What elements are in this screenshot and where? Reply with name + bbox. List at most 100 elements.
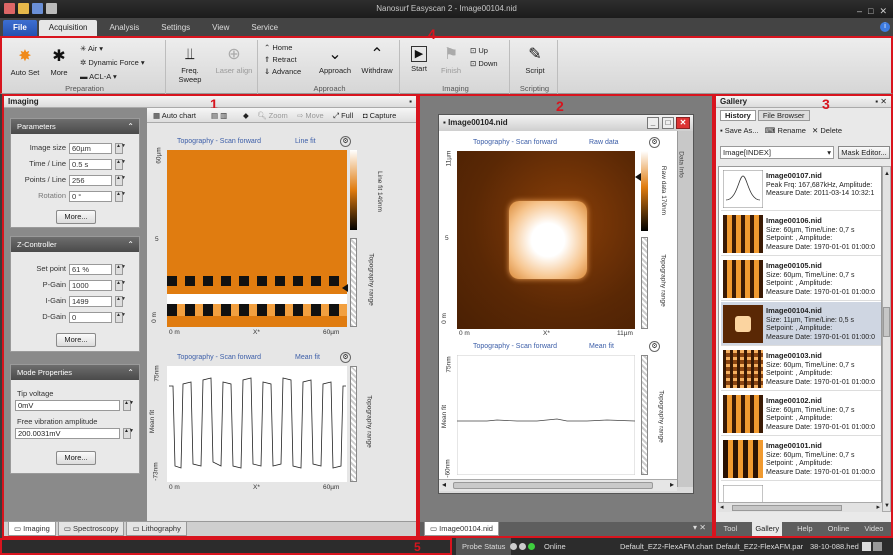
layout-icon[interactable] — [862, 542, 871, 551]
vertical-scrollbar[interactable]: ▲ ▼ — [882, 166, 891, 512]
zcontroller-more-button[interactable]: More... — [56, 333, 96, 347]
igain-input[interactable]: 1499 — [69, 296, 112, 307]
edit-icon[interactable] — [46, 3, 57, 14]
mask-editor-button[interactable]: Mask Editor... — [838, 146, 890, 159]
settings-icon[interactable]: ⚙ — [340, 136, 351, 147]
settings-icon[interactable]: ⚙ — [649, 137, 660, 148]
list-item[interactable]: Image00103.nid Size: 60µm, Time/Line: 0,7… — [721, 347, 881, 391]
view-toggle[interactable] — [862, 542, 882, 551]
scroll-thumb[interactable] — [732, 505, 842, 511]
autochart-button[interactable]: ▦ Auto chart — [153, 108, 196, 123]
withdraw-button[interactable]: ⌃ Withdraw — [358, 46, 396, 75]
air-dropdown[interactable]: ✳ Air ▾ — [80, 44, 103, 53]
horizontal-scrollbar[interactable]: ◂ ▸ — [439, 479, 677, 491]
spin-icon[interactable]: ▲▼ — [115, 280, 126, 291]
scroll-up-icon[interactable]: ▲ — [884, 171, 890, 177]
zoom-button[interactable]: 🔍︎ Zoom — [257, 108, 288, 123]
home-button[interactable]: ⌃ Home — [264, 43, 292, 52]
up-button[interactable]: ⊡ Up — [470, 46, 488, 55]
range-slider[interactable] — [350, 238, 357, 327]
free-vib-input[interactable]: 200.0031mV — [15, 428, 120, 439]
tab-lithography[interactable]: ▭ Lithography — [126, 522, 187, 536]
save-icon[interactable] — [32, 3, 43, 14]
setpoint-input[interactable]: 61 % — [69, 264, 112, 275]
list-item[interactable]: Image00105.nid Size: 60µm, Time/Line: 0,7… — [721, 257, 881, 301]
spin-icon[interactable]: ▲▼ — [115, 296, 126, 307]
doc-tab-image00104[interactable]: ▭ Image00104.nid — [424, 522, 499, 536]
parameters-header[interactable]: Parameters ⌃ — [11, 119, 139, 134]
capture-button[interactable]: ◘ Capture — [363, 108, 396, 123]
spin-icon[interactable]: ▲▼ — [123, 400, 134, 411]
zcontroller-header[interactable]: Z-Controller ⌃ — [11, 237, 139, 252]
tab-imaging[interactable]: ▭ Imaging — [8, 522, 56, 536]
spin-icon[interactable]: ▲▼ — [115, 175, 126, 186]
tab-history[interactable]: History — [720, 110, 756, 121]
mode-more-button[interactable]: More... — [56, 451, 96, 465]
tab-help[interactable]: Help — [797, 522, 812, 536]
laser-align-button[interactable]: ⊕ Laser align — [214, 46, 254, 75]
tab-view[interactable]: View — [202, 20, 239, 36]
spin-icon[interactable]: ▲▼ — [115, 159, 126, 170]
open-icon[interactable] — [18, 3, 29, 14]
tip-voltage-input[interactable]: 0mV — [15, 400, 120, 411]
settings-icon[interactable]: ⚙ — [649, 341, 660, 352]
data-info-sidebar[interactable]: Data Info — [677, 131, 693, 487]
advance-button[interactable]: ⇓ Advance — [264, 67, 301, 76]
tab-video[interactable]: Video — [864, 522, 883, 536]
filter-dropdown[interactable]: Image[INDEX] ▾ — [720, 146, 834, 159]
approach-button[interactable]: ⌄ Approach — [316, 46, 354, 75]
scroll-down-icon[interactable]: ▼ — [884, 503, 890, 509]
scroll-thumb[interactable] — [453, 482, 653, 489]
time-line-input[interactable]: 0.5 s — [69, 159, 112, 170]
scroll-right-icon[interactable]: ▸ — [670, 480, 674, 489]
layout-icon[interactable] — [873, 542, 882, 551]
points-line-input[interactable]: 256 — [69, 175, 112, 186]
list-item[interactable]: Image00106.nid Size: 60µm, Time/Line: 0,7… — [721, 212, 881, 256]
tab-analysis[interactable]: Analysis — [99, 20, 149, 36]
rename-button[interactable]: ⌨ Rename — [765, 126, 806, 135]
tab-file[interactable]: File — [3, 20, 37, 36]
dynamic-force-dropdown[interactable]: ✲ Dynamic Force ▾ — [80, 58, 145, 67]
autoset-button[interactable]: ✸ Auto Set — [8, 48, 42, 77]
scroll-right-icon[interactable]: ▸ — [876, 503, 880, 511]
pgain-input[interactable]: 1000 — [69, 280, 112, 291]
collapse-icon[interactable]: ⌃ — [127, 237, 134, 252]
settings-icon[interactable]: ⚙ — [340, 352, 351, 363]
chart-layout-icon[interactable]: ▤ ▥ — [211, 108, 227, 123]
list-item[interactable]: Image00102.nid Size: 60µm, Time/Line: 0,7… — [721, 392, 881, 436]
gallery-hscrollbar[interactable]: ◂ ▸ — [718, 502, 882, 512]
scroll-left-icon[interactable]: ◂ — [720, 503, 724, 511]
eraser-icon[interactable]: ◆ — [243, 108, 249, 123]
range-slider[interactable] — [641, 237, 648, 329]
tab-settings[interactable]: Settings — [151, 20, 200, 36]
close-icon[interactable]: ▾ ✕ — [693, 523, 706, 532]
move-button[interactable]: ⇨ Move — [297, 108, 324, 123]
tab-tool[interactable]: Tool — [724, 522, 738, 536]
range-slider[interactable] — [641, 355, 648, 475]
list-item[interactable]: Image00101.nid Size: 60µm, Time/Line: 0,7… — [721, 437, 881, 481]
close-icon[interactable]: ✕ — [676, 117, 690, 129]
scroll-left-icon[interactable]: ◂ — [442, 480, 446, 489]
scroll-thumb[interactable] — [883, 307, 890, 337]
spin-icon[interactable]: ▲▼ — [115, 143, 126, 154]
tab-online[interactable]: Online — [828, 522, 850, 536]
pin-icon[interactable]: ▪ — [409, 96, 412, 108]
list-item[interactable]: Image00107.nid Peak Frq: 167,687kHz, Ampl… — [721, 167, 881, 211]
script-button[interactable]: ✎ Script — [516, 46, 554, 75]
parameters-more-button[interactable]: More... — [56, 210, 96, 224]
rotation-input[interactable]: 0 ° — [69, 191, 112, 202]
tab-acquisition[interactable]: Acquisition — [38, 20, 98, 36]
maximize-icon[interactable]: □ — [662, 117, 674, 129]
image-size-input[interactable]: 60µm — [69, 143, 112, 154]
spin-icon[interactable]: ▲▼ — [115, 191, 126, 202]
finish-button[interactable]: ⚑ Finish — [436, 46, 466, 75]
acl-dropdown[interactable]: ▬ ACL-A ▾ — [80, 72, 117, 81]
dgain-input[interactable]: 0 — [69, 312, 112, 323]
freq-sweep-button[interactable]: ⫫ Freq. Sweep — [170, 46, 210, 84]
spin-icon[interactable]: ▲▼ — [123, 428, 134, 439]
collapse-icon[interactable]: ⌃ — [127, 119, 134, 134]
down-button[interactable]: ⊡ Down — [470, 59, 498, 68]
full-button[interactable]: ⤢ Full — [333, 108, 353, 123]
range-slider[interactable] — [350, 366, 357, 482]
collapse-icon[interactable]: ⌃ — [127, 365, 134, 380]
